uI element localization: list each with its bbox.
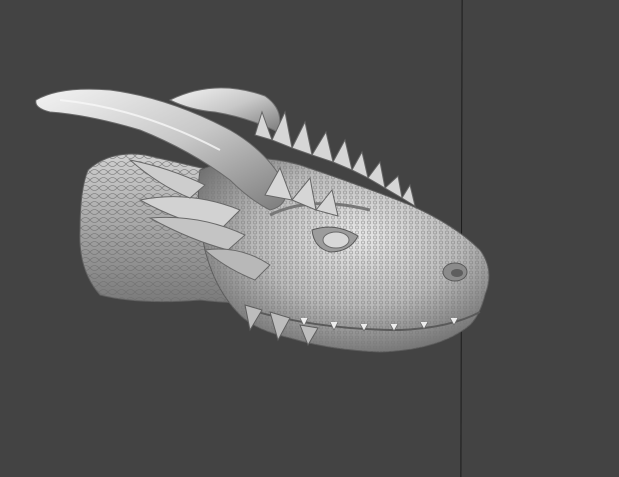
dragon-head-model[interactable] <box>0 0 619 477</box>
3d-viewport[interactable] <box>0 0 619 477</box>
